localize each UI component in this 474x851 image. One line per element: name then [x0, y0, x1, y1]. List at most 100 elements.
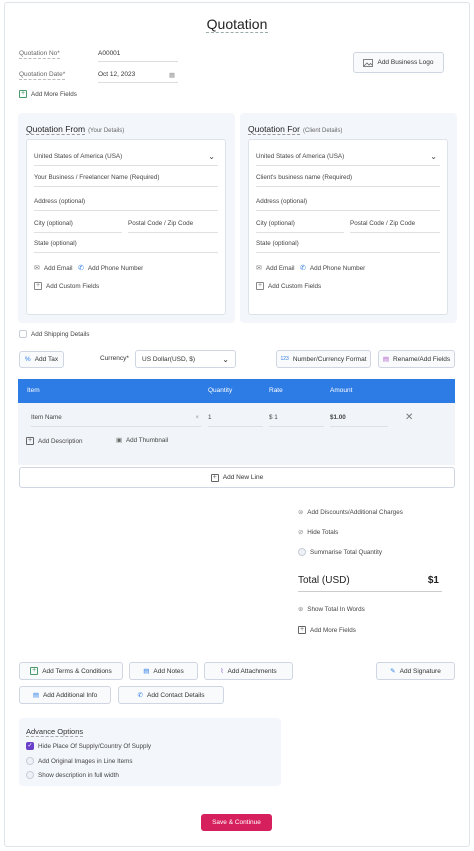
phone-icon: ✆ — [300, 265, 306, 272]
currency-select[interactable]: US Dollar(USD, $) ⌄ — [135, 350, 236, 368]
from-add-custom-fields-link[interactable]: + Add Custom Fields — [34, 282, 99, 290]
rate-input[interactable]: $ 1 — [269, 414, 324, 427]
from-postal-input[interactable]: Postal Code / Zip Code — [128, 220, 218, 233]
checkbox-checked-icon: ✓ — [26, 742, 34, 750]
column-header-quantity: Quantity — [208, 387, 233, 394]
hide-icon: ⊘ — [298, 529, 304, 536]
currency-value: US Dollar(USD, $) — [142, 355, 196, 363]
for-add-custom-fields-link[interactable]: + Add Custom Fields — [256, 282, 321, 290]
rename-fields-button[interactable]: ▤ Rename/Add Fields — [378, 350, 455, 368]
show-total-in-words-link[interactable]: ⊛ Show Total In Words — [298, 606, 365, 613]
total-value: $1 — [427, 575, 439, 586]
for-add-phone-label: Add Phone Number — [309, 264, 366, 272]
mail-icon: ✉ — [34, 265, 40, 272]
add-description-link[interactable]: + Add Description — [26, 437, 82, 445]
add-tax-button[interactable]: % Add Tax — [19, 351, 64, 368]
add-notes-button[interactable]: ▤ Add Notes — [129, 662, 198, 680]
save-continue-button[interactable]: Save & Continue — [201, 814, 272, 831]
advanced-options-title: Advance Options — [26, 727, 84, 737]
summarise-qty-toggle[interactable]: Summarise Total Quantity — [298, 548, 382, 556]
for-postal-input[interactable]: Postal Code / Zip Code — [350, 220, 440, 233]
hide-totals-link[interactable]: ⊘ Hide Totals — [298, 529, 338, 536]
number-format-icon: 123 — [280, 356, 289, 362]
table-edit-icon: ▤ — [382, 356, 390, 363]
from-country-value: United States of America (USA) — [34, 153, 123, 160]
from-city-input[interactable]: City (optional) — [34, 220, 122, 233]
for-add-phone-link[interactable]: ✆ Add Phone Number — [300, 264, 366, 273]
quotation-no-label: Quotation No* — [19, 50, 60, 59]
chevron-down-icon: ⌄ — [430, 152, 437, 161]
plus-square-icon: + — [34, 282, 42, 290]
rename-fields-label: Rename/Add Fields — [393, 355, 451, 363]
quotation-date-value: Oct 12, 2023 — [98, 71, 136, 78]
add-notes-label: Add Notes — [153, 667, 184, 675]
for-city-input[interactable]: City (optional) — [256, 220, 344, 233]
from-name-input[interactable]: Your Business / Freelancer Name (Require… — [34, 174, 218, 187]
add-additional-info-label: Add Additional Info — [42, 691, 98, 699]
for-name-input[interactable]: Client's business name (Required) — [256, 174, 440, 187]
add-contact-details-button[interactable]: ✆ Add Contact Details — [118, 686, 224, 704]
phone-icon: ✆ — [78, 265, 84, 272]
for-state-input[interactable]: State (optional) — [256, 240, 440, 253]
mail-icon: ✉ — [256, 265, 262, 272]
show-description-full-width-toggle[interactable]: Show description in full width — [26, 771, 119, 779]
for-address-input[interactable]: Address (optional) — [256, 198, 440, 211]
add-original-images-toggle[interactable]: Add Original Images in Line Items — [26, 757, 133, 765]
image-icon — [363, 58, 374, 67]
number-format-button[interactable]: 123 Number/Currency Format — [276, 350, 371, 368]
shipping-checkbox[interactable]: Add Shipping Details — [19, 330, 89, 338]
quotation-date-input[interactable]: Oct 12, 2023 ▦ — [98, 71, 178, 83]
for-add-email-link[interactable]: ✉ Add Email — [256, 264, 295, 273]
radio-icon — [26, 757, 34, 765]
quotation-no-input[interactable]: A00001 — [98, 50, 178, 62]
from-country-select[interactable]: United States of America (USA) ⌄ — [34, 152, 218, 166]
clear-icon[interactable]: × — [195, 414, 199, 421]
add-discounts-link[interactable]: ⊜ Add Discounts/Additional Charges — [298, 509, 403, 516]
add-thumbnail-link[interactable]: ▣ Add Thumbnail — [116, 437, 168, 444]
pen-icon: ✎ — [390, 668, 396, 675]
column-header-item: Item — [27, 387, 40, 394]
add-discounts-label: Add Discounts/Additional Charges — [307, 509, 403, 516]
info-icon: ▤ — [32, 692, 39, 699]
plus-square-icon: + — [210, 473, 219, 482]
add-terms-button[interactable]: + Add Terms & Conditions — [19, 662, 123, 680]
discount-icon: ⊜ — [298, 509, 304, 516]
from-address-input[interactable]: Address (optional) — [34, 198, 218, 211]
notes-icon: ▤ — [143, 668, 150, 675]
page-title: Quotation — [205, 16, 269, 33]
add-signature-button[interactable]: ✎ Add Signature — [376, 662, 455, 680]
totals-add-more-fields-link[interactable]: + Add More Fields — [298, 626, 356, 634]
table-row — [18, 403, 455, 465]
from-state-input[interactable]: State (optional) — [34, 240, 218, 253]
add-attachments-button[interactable]: ⌇ Add Attachments — [204, 662, 293, 680]
from-add-email-link[interactable]: ✉ Add Email — [34, 264, 73, 273]
radio-icon — [26, 771, 34, 779]
quotation-from-title: Quotation From (Your Details) — [26, 124, 125, 135]
paperclip-icon: ⌇ — [220, 668, 224, 675]
chevron-down-icon: ⌄ — [222, 354, 229, 364]
add-business-logo-button[interactable]: Add Business Logo — [353, 52, 444, 73]
add-new-line-label: Add New Line — [222, 474, 264, 481]
shipping-label: Add Shipping Details — [31, 330, 90, 338]
item-name-input[interactable]: Item Name × — [31, 414, 201, 427]
add-contact-details-label: Add Contact Details — [147, 691, 205, 699]
from-add-phone-link[interactable]: ✆ Add Phone Number — [78, 264, 143, 273]
column-header-rate: Rate — [269, 387, 283, 394]
radio-icon — [298, 548, 306, 556]
add-additional-info-button[interactable]: ▤ Add Additional Info — [19, 686, 111, 704]
add-thumbnail-label: Add Thumbnail — [125, 437, 169, 444]
add-original-images-label: Add Original Images in Line Items — [38, 757, 133, 765]
column-header-amount: Amount — [330, 387, 353, 394]
total-label: Total (USD) — [298, 575, 350, 586]
quantity-input[interactable]: 1 — [208, 414, 263, 427]
add-more-fields-link[interactable]: + Add More Fields — [19, 90, 77, 98]
delete-row-icon[interactable]: ✕ — [405, 412, 413, 423]
add-new-line-button[interactable]: + Add New Line — [19, 467, 455, 488]
add-business-logo-label: Add Business Logo — [377, 59, 434, 66]
items-table-header: Item Quantity Rate Amount — [18, 379, 455, 403]
checkbox-icon — [19, 330, 27, 338]
hide-place-of-supply-checkbox[interactable]: ✓ Hide Place Of Supply/Country Of Supply — [26, 742, 151, 750]
calendar-icon[interactable]: ▦ — [169, 71, 175, 79]
add-terms-label: Add Terms & Conditions — [42, 667, 112, 675]
for-country-select[interactable]: United States of America (USA) ⌄ — [256, 152, 440, 166]
